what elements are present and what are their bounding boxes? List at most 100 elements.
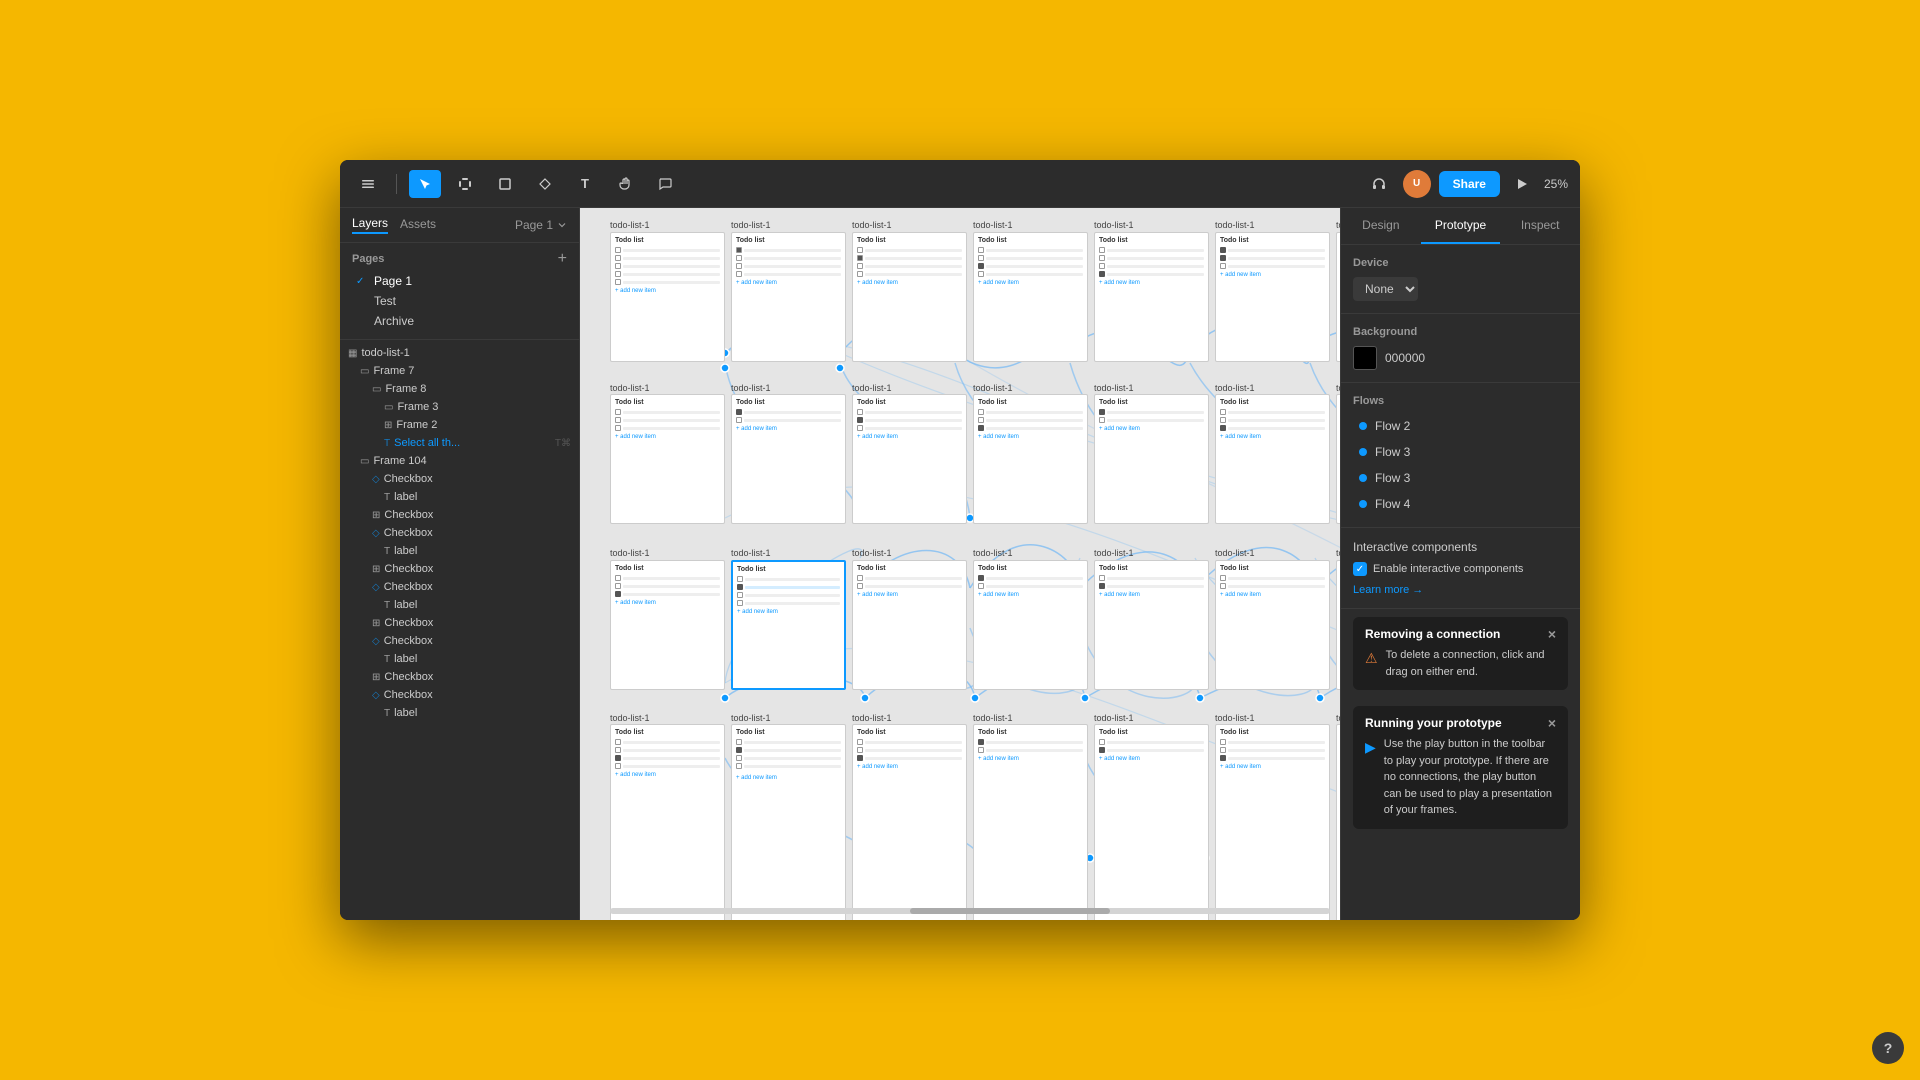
layer-checkbox-instance-1[interactable]: ⊞ Checkbox bbox=[340, 506, 579, 524]
add-page-button[interactable]: + bbox=[558, 251, 567, 267]
frame-box-r4c2[interactable]: Todo list + add new item bbox=[731, 724, 846, 920]
layer-label-1[interactable]: T label bbox=[340, 488, 579, 506]
move-tool[interactable] bbox=[409, 170, 441, 198]
frame-box-r2c5[interactable]: Todo list + add new item bbox=[1094, 394, 1209, 524]
tab-prototype[interactable]: Prototype bbox=[1421, 208, 1501, 244]
frame-box-r4c6[interactable]: Todo list + add new item bbox=[1215, 724, 1330, 920]
frame-box-r3c5[interactable]: Todo list + add new item bbox=[1094, 560, 1209, 690]
layer-label-5[interactable]: T label bbox=[340, 704, 579, 722]
layer-checkbox-3[interactable]: ◇ Checkbox bbox=[340, 578, 579, 596]
removing-connection-close[interactable]: × bbox=[1548, 627, 1556, 641]
frame-box-r2c1[interactable]: Todo list + add new item bbox=[610, 394, 725, 524]
frames-row1: Todo list + add new item Todo list + add… bbox=[610, 232, 1340, 362]
flow-item-1[interactable]: Flow 2 bbox=[1353, 415, 1568, 437]
layer-frame2[interactable]: ⊞ Frame 2 bbox=[340, 416, 579, 434]
pen-tool[interactable] bbox=[529, 170, 561, 198]
zoom-label[interactable]: 25% bbox=[1544, 177, 1568, 191]
layer-checkbox-1[interactable]: ◇ Checkbox bbox=[340, 470, 579, 488]
frame-box-r1c5[interactable]: Todo list + add new item bbox=[1094, 232, 1209, 362]
layer-checkbox-instance-4[interactable]: ⊞ Checkbox bbox=[340, 668, 579, 686]
tab-page[interactable]: Page 1 bbox=[515, 218, 567, 232]
layer-checkbox-4[interactable]: ◇ Checkbox bbox=[340, 632, 579, 650]
frame-box-r2c3[interactable]: Todo list + add new item bbox=[852, 394, 967, 524]
text-tool[interactable]: T bbox=[569, 170, 601, 198]
frame-box-r1c6[interactable]: Todo list + add new item bbox=[1215, 232, 1330, 362]
page-item-test[interactable]: Test bbox=[352, 291, 567, 311]
frame-box-r3c4[interactable]: Todo list + add new item bbox=[973, 560, 1088, 690]
scrollbar-thumb[interactable] bbox=[910, 908, 1110, 914]
hand-tool[interactable] bbox=[609, 170, 641, 198]
tab-inspect[interactable]: Inspect bbox=[1500, 208, 1580, 244]
frame-box-r2c6[interactable]: Todo list + add new item bbox=[1215, 394, 1330, 524]
frames-row4: Todo list + add new item Todo list + add… bbox=[610, 724, 1340, 920]
layer-component-icon: ⊞ bbox=[384, 420, 392, 431]
device-title: Device bbox=[1353, 257, 1568, 269]
comment-tool[interactable] bbox=[649, 170, 681, 198]
layer-label-4[interactable]: T label bbox=[340, 650, 579, 668]
layer-frame8[interactable]: ▭ Frame 8 bbox=[340, 380, 579, 398]
frame-box-r1c4[interactable]: Todo list + add new item bbox=[973, 232, 1088, 362]
frame-box-r2c4[interactable]: Todo list + add new item bbox=[973, 394, 1088, 524]
shape-tool[interactable] bbox=[489, 170, 521, 198]
frame-box-r3c3[interactable]: Todo list + add new item bbox=[852, 560, 967, 690]
layer-label-2[interactable]: T label bbox=[340, 542, 579, 560]
bg-color-swatch[interactable] bbox=[1353, 346, 1377, 370]
flow-item-2[interactable]: Flow 3 bbox=[1353, 441, 1568, 463]
ic-learn-more-link[interactable]: Learn more → bbox=[1353, 584, 1423, 596]
frame-box-r1c7[interactable]: Todo list + add new item bbox=[1336, 232, 1340, 362]
warning-icon: ⚠ bbox=[1365, 648, 1378, 680]
flow-dot-1 bbox=[1359, 422, 1367, 430]
frame-box-r1c1[interactable]: Todo list + add new item bbox=[610, 232, 725, 362]
frame-box-r3c7[interactable]: Todo list + add new item bbox=[1336, 560, 1340, 690]
tab-assets[interactable]: Assets bbox=[400, 217, 436, 233]
layer-frame-icon-4: ▭ bbox=[360, 456, 369, 467]
frame-box-r2c2[interactable]: Todo list + add new item bbox=[731, 394, 846, 524]
layer-text-icon-4: T bbox=[384, 654, 390, 665]
canvas-horizontal-scrollbar[interactable] bbox=[610, 908, 1330, 914]
frame-box-r4c1[interactable]: Todo list + add new item bbox=[610, 724, 725, 920]
page-item-archive[interactable]: Archive bbox=[352, 311, 567, 331]
flow-item-3[interactable]: Flow 3 bbox=[1353, 467, 1568, 489]
removing-connection-panel: Removing a connection × ⚠ To delete a co… bbox=[1353, 617, 1568, 690]
frame-box-r4c4[interactable]: Todo list + add new item bbox=[973, 724, 1088, 920]
headphone-icon[interactable] bbox=[1363, 170, 1395, 198]
device-select[interactable]: None bbox=[1353, 277, 1418, 301]
frame-box-r3c2-selected[interactable]: Todo list + add new item bbox=[731, 560, 846, 690]
pages-title: Pages bbox=[352, 253, 384, 265]
tab-design[interactable]: Design bbox=[1341, 208, 1421, 244]
layer-checkbox-instance-3[interactable]: ⊞ Checkbox bbox=[340, 614, 579, 632]
frame-box-r1c2[interactable]: Todo list + add new item bbox=[731, 232, 846, 362]
layer-select-all[interactable]: T Select all th... T⌘ bbox=[340, 434, 579, 452]
flows-section: Flows Flow 2 Flow 3 Flow 3 bbox=[1341, 383, 1580, 528]
running-prototype-close[interactable]: × bbox=[1548, 716, 1556, 730]
layer-frame7[interactable]: ▭ Frame 7 bbox=[340, 362, 579, 380]
frame-box-r2c7[interactable]: Todo list + add new item bbox=[1336, 394, 1340, 524]
ic-checkbox[interactable]: ✓ bbox=[1353, 562, 1367, 576]
share-button[interactable]: Share bbox=[1439, 171, 1500, 197]
play-button[interactable] bbox=[1508, 170, 1536, 198]
layer-todo-list-1[interactable]: ▦ todo-list-1 bbox=[340, 344, 579, 362]
layer-checkbox-5[interactable]: ◇ Checkbox bbox=[340, 686, 579, 704]
layer-label-3[interactable]: T label bbox=[340, 596, 579, 614]
layer-checkbox-2[interactable]: ◇ Checkbox bbox=[340, 524, 579, 542]
frame-box-r4c3[interactable]: Todo list + add new item bbox=[852, 724, 967, 920]
frame-box-r4c7[interactable]: Todo list + add new item bbox=[1336, 724, 1340, 920]
user-avatar[interactable]: U bbox=[1403, 170, 1431, 198]
canvas[interactable]: todo-list-1 todo-list-1 todo-list-1 todo… bbox=[580, 208, 1340, 920]
layer-frame104[interactable]: ▭ Frame 104 bbox=[340, 452, 579, 470]
frames-row3: Todo list + add new item Todo list + add… bbox=[610, 560, 1340, 690]
menu-button[interactable] bbox=[352, 170, 384, 198]
tab-layers[interactable]: Layers bbox=[352, 216, 388, 234]
page-item-page1[interactable]: ✓ Page 1 bbox=[352, 271, 567, 291]
frame-tool[interactable] bbox=[449, 170, 481, 198]
frame-box-r3c1[interactable]: Todo list + add new item bbox=[610, 560, 725, 690]
frame-box-r3c6[interactable]: Todo list + add new item bbox=[1215, 560, 1330, 690]
flow-item-4[interactable]: Flow 4 bbox=[1353, 493, 1568, 515]
frame-box-r1c3[interactable]: Todo list + add new item bbox=[852, 232, 967, 362]
running-prototype-body: ▶ Use the play button in the toolbar to … bbox=[1365, 736, 1556, 819]
layer-diamond-icon-4: ◇ bbox=[372, 636, 380, 647]
interactive-components-section: Interactive components ✓ Enable interact… bbox=[1341, 528, 1580, 609]
layer-checkbox-instance-2[interactable]: ⊞ Checkbox bbox=[340, 560, 579, 578]
frame-box-r4c5[interactable]: Todo list + add new item bbox=[1094, 724, 1209, 920]
layer-frame3[interactable]: ▭ Frame 3 bbox=[340, 398, 579, 416]
